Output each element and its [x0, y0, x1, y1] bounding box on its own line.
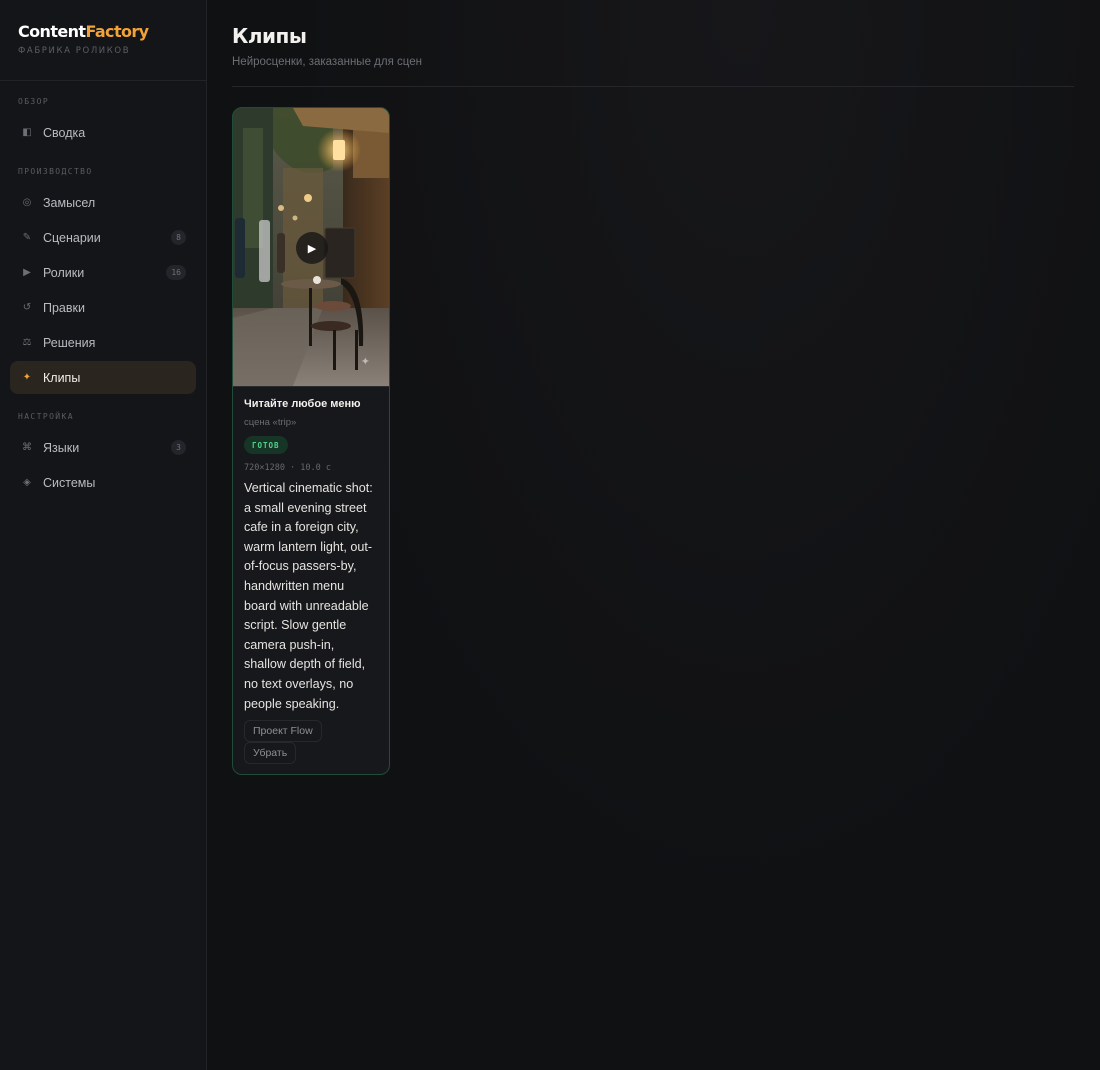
- sparkle-icon: ✦: [22, 372, 32, 383]
- clip-meta: 720×1280 · 10.0 с: [244, 463, 331, 473]
- sidebar-item-decisions[interactable]: ⚖ Решения: [10, 326, 196, 359]
- sidebar-item-label: Языки: [43, 440, 80, 455]
- sidebar-item-systems[interactable]: ◈ Системы: [10, 466, 196, 499]
- panel-icon: ◧: [22, 127, 32, 138]
- clip-prompt: Vertical cinematic shot: a small evening…: [244, 481, 373, 711]
- clip-title: Читайте любое меню: [244, 398, 361, 410]
- nav-section-title: ОБЗОР: [18, 97, 50, 106]
- sidebar-item-label: Ролики: [43, 265, 85, 280]
- clips-grid: ▶ ✦ Читайте любое меню сцена «trip» ГОТО…: [232, 107, 1074, 776]
- sidebar-item-label: Правки: [43, 300, 85, 315]
- brand-name-part2: Factory: [85, 22, 149, 41]
- sidebar-item-idea[interactable]: ◎ Замысел: [10, 186, 196, 219]
- page-subtitle: Нейросценки, заказанные для сцен: [232, 56, 422, 68]
- systems-icon: ◈: [23, 477, 31, 488]
- nav-section-settings: НАСТРОЙКА ⌘ Языки 3 ◈ Системы: [0, 396, 206, 499]
- sidebar-item-label: Клипы: [43, 370, 81, 385]
- clip-card: ▶ ✦ Читайте любое меню сцена «trip» ГОТО…: [232, 107, 390, 776]
- sidebar-item-languages[interactable]: ⌘ Языки 3: [10, 431, 196, 464]
- sidebar-item-label: Сводка: [43, 125, 86, 140]
- clip-body: Читайте любое меню сцена «trip» ГОТОВ 72…: [233, 386, 389, 774]
- count-badge: 3: [171, 440, 186, 455]
- sidebar-item-videos[interactable]: ▶ Ролики 16: [10, 256, 196, 289]
- play-icon: ▶: [307, 242, 317, 255]
- brand-logo[interactable]: ContentFactory: [18, 22, 188, 42]
- nav-section-production: ПРОИЗВОДСТВО ◎ Замысел ✎ Сценарии 8 ▶ Ро…: [0, 151, 206, 394]
- nav-section-overview: ОБЗОР ◧ Сводка: [0, 81, 206, 149]
- play-button[interactable]: ▶: [296, 232, 328, 264]
- languages-icon: ⌘: [22, 442, 32, 453]
- brand-subtitle: ФАБРИКА РОЛИКОВ: [18, 46, 131, 56]
- page-title: Клипы: [232, 24, 307, 48]
- sidebar: ContentFactory ФАБРИКА РОЛИКОВ ОБЗОР ◧ С…: [0, 0, 207, 1070]
- play-icon: ▶: [23, 267, 31, 278]
- sidebar-item-label: Решения: [43, 335, 96, 350]
- sidebar-item-revisions[interactable]: ↺ Правки: [10, 291, 196, 324]
- main-content: Клипы Нейросценки, заказанные для сцен ▶…: [207, 0, 1100, 1070]
- pen-icon: ✎: [22, 232, 32, 243]
- idea-icon: ◎: [22, 197, 32, 208]
- clip-actions: Проект Flow Убрать: [244, 720, 378, 765]
- sparkle-icon: ✦: [360, 356, 370, 368]
- count-badge: 16: [166, 265, 186, 280]
- flow-project-button[interactable]: Проект Flow: [244, 720, 322, 743]
- status-badge: ГОТОВ: [244, 436, 288, 454]
- brand-name-part1: Content: [18, 22, 86, 41]
- brand: ContentFactory ФАБРИКА РОЛИКОВ: [0, 0, 206, 81]
- sidebar-item-clips[interactable]: ✦ Клипы: [10, 361, 196, 394]
- clip-scene: сцена «trip»: [244, 417, 297, 428]
- sidebar-item-label: Замысел: [43, 195, 96, 210]
- nav-section-title: НАСТРОЙКА: [18, 412, 74, 421]
- decisions-icon: ⚖: [22, 337, 32, 348]
- revision-icon: ↺: [22, 302, 32, 313]
- remove-button[interactable]: Убрать: [244, 742, 297, 765]
- clip-thumbnail[interactable]: ▶ ✦: [233, 108, 389, 386]
- sidebar-item-summary[interactable]: ◧ Сводка: [10, 116, 196, 149]
- count-badge: 8: [171, 230, 186, 245]
- sidebar-item-scripts[interactable]: ✎ Сценарии 8: [10, 221, 196, 254]
- sidebar-item-label: Системы: [43, 475, 96, 490]
- divider: [232, 86, 1074, 87]
- sidebar-item-label: Сценарии: [43, 230, 101, 245]
- nav-section-title: ПРОИЗВОДСТВО: [18, 167, 93, 176]
